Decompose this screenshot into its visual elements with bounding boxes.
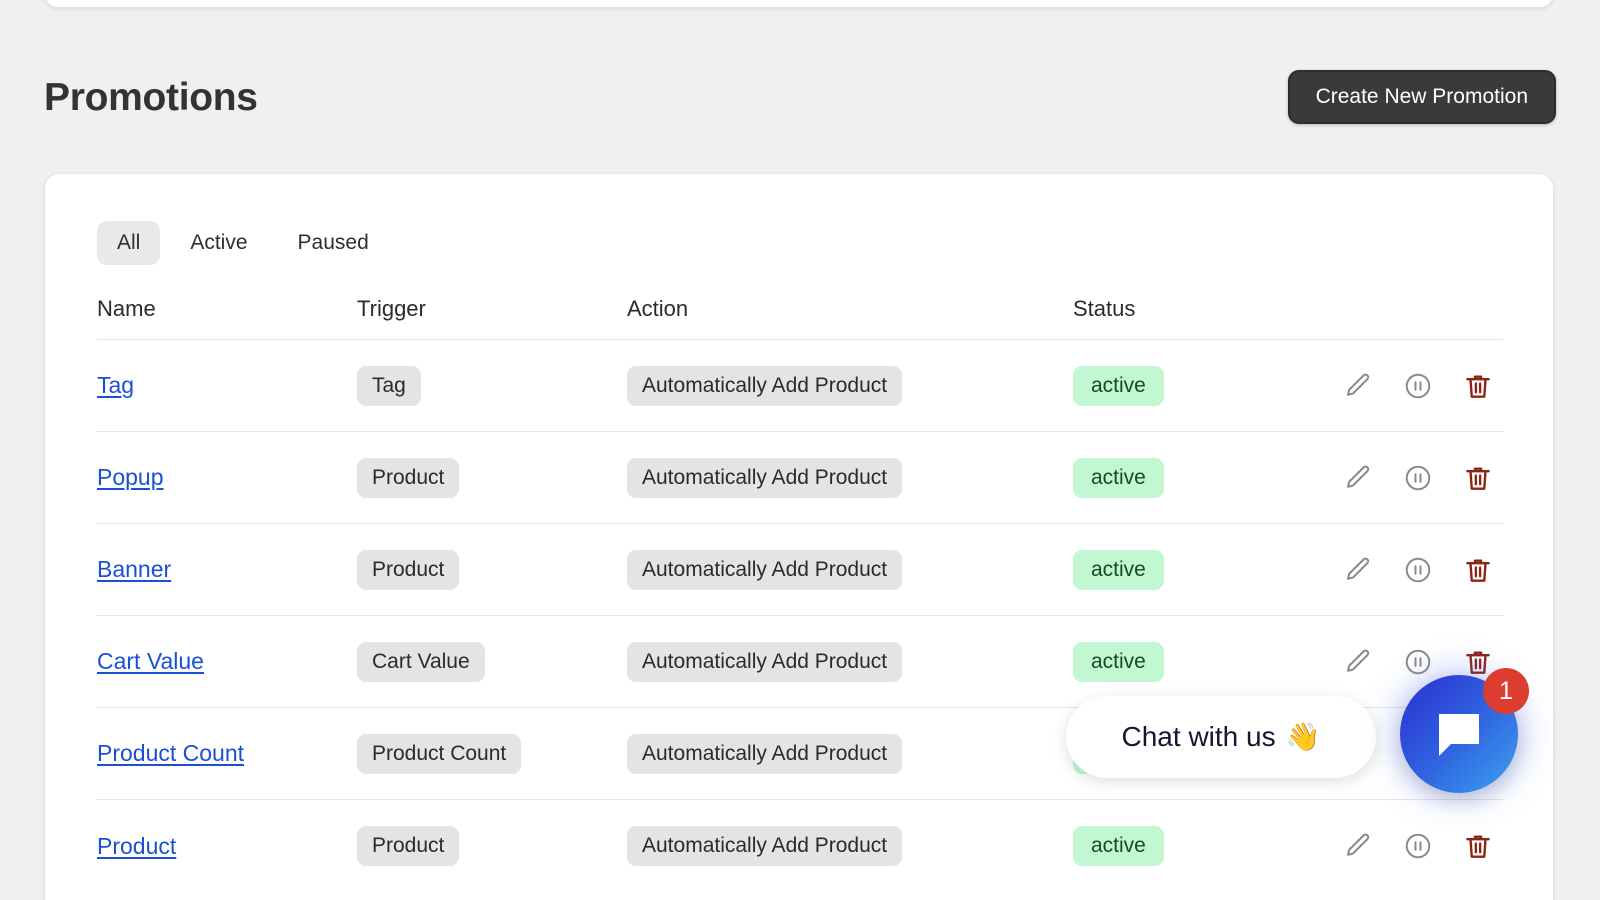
cell-action: Automatically Add Product <box>627 549 1073 590</box>
cell-row-actions <box>1343 463 1523 493</box>
page-header: Promotions Create New Promotion <box>0 58 1600 136</box>
delete-icon[interactable] <box>1463 555 1493 585</box>
trigger-chip: Product <box>357 826 460 866</box>
trigger-chip: Product <box>357 457 460 498</box>
trigger-chip: Cart Value <box>357 641 485 682</box>
table-header-row: Name Trigger Action Status <box>97 278 1503 340</box>
column-header-trigger: Trigger <box>357 295 426 321</box>
cell-row-actions <box>1343 831 1523 861</box>
table-row: Banner Product Automatically Add Product ac… <box>97 524 1503 616</box>
pause-icon[interactable] <box>1403 555 1433 585</box>
promotions-card: All Active Paused Name Trigger Action St… <box>44 173 1554 900</box>
pause-icon[interactable] <box>1403 831 1433 861</box>
chat-unread-badge: 1 <box>1483 668 1529 714</box>
tab-active[interactable]: Active <box>170 221 267 265</box>
status-badge: active <box>1073 549 1164 590</box>
page-title: Promotions <box>44 75 258 119</box>
cell-row-actions <box>1343 555 1523 585</box>
cell-name: Product Count <box>97 740 357 767</box>
table-row: Cart Value Cart Value Automatically Add Pr… <box>97 616 1503 708</box>
table-row: Product Product Automatically Add Product a… <box>97 800 1503 892</box>
action-chip: Automatically Add Product <box>627 641 903 682</box>
status-badge: active <box>1073 641 1164 682</box>
cell-name: Cart Value <box>97 648 357 675</box>
cell-status: active <box>1073 641 1343 682</box>
action-chip: Automatically Add Product <box>627 826 903 866</box>
promotions-table: Name Trigger Action Status Tag Tag Automat… <box>97 278 1503 892</box>
action-chip: Automatically Add Product <box>627 549 903 590</box>
action-chip: Automatically Add Product <box>627 457 903 498</box>
action-chip: Automatically Add Product <box>627 365 903 406</box>
promotion-name-link[interactable]: Tag <box>97 372 134 398</box>
cell-trigger: Product Count <box>357 733 627 774</box>
promotion-name-link[interactable]: Product Count <box>97 740 244 766</box>
delete-icon[interactable] <box>1463 463 1493 493</box>
promotion-name-link[interactable]: Cart Value <box>97 648 204 674</box>
pause-icon[interactable] <box>1403 463 1433 493</box>
pause-icon[interactable] <box>1403 647 1433 677</box>
cell-trigger: Product <box>357 549 627 590</box>
cell-action: Automatically Add Product <box>627 457 1073 498</box>
column-header-status: Status <box>1073 295 1136 321</box>
cell-trigger: Cart Value <box>357 641 627 682</box>
trigger-chip: Tag <box>357 365 421 406</box>
previous-section-card-edge <box>44 0 1554 8</box>
cell-action: Automatically Add Product <box>627 733 1073 774</box>
cell-trigger: Product <box>357 457 627 498</box>
tab-paused[interactable]: Paused <box>278 221 389 265</box>
edit-icon[interactable] <box>1343 555 1373 585</box>
table-row: Popup Product Automatically Add Product act… <box>97 432 1503 524</box>
cell-status: active <box>1073 549 1343 590</box>
cell-status: active <box>1073 365 1343 406</box>
status-badge: active <box>1073 365 1164 406</box>
status-badge: active <box>1073 826 1164 866</box>
cell-trigger: Product <box>357 826 627 866</box>
chat-bubble-icon <box>1439 714 1479 756</box>
trigger-chip: Product <box>357 549 460 590</box>
delete-icon[interactable] <box>1463 371 1493 401</box>
chat-tooltip-label: Chat with us <box>1121 721 1276 752</box>
promotion-name-link[interactable]: Popup <box>97 464 164 490</box>
column-header-name: Name <box>97 295 156 321</box>
action-chip: Automatically Add Product <box>627 733 903 774</box>
edit-icon[interactable] <box>1343 831 1373 861</box>
cell-name: Banner <box>97 556 357 583</box>
status-badge: active <box>1073 457 1164 498</box>
table-body: Tag Tag Automatically Add Product active Pop… <box>97 340 1503 892</box>
cell-status: active <box>1073 826 1343 866</box>
promotion-name-link[interactable]: Banner <box>97 556 171 582</box>
delete-icon[interactable] <box>1463 831 1493 861</box>
cell-name: Popup <box>97 464 357 491</box>
trigger-chip: Product Count <box>357 733 522 774</box>
cell-action: Automatically Add Product <box>627 365 1073 406</box>
chat-tooltip[interactable]: Chat with us 👋 <box>1066 696 1376 778</box>
create-new-promotion-button[interactable]: Create New Promotion <box>1287 70 1556 124</box>
column-header-action: Action <box>627 295 689 321</box>
edit-icon[interactable] <box>1343 647 1373 677</box>
promotion-name-link[interactable]: Product <box>97 833 176 859</box>
edit-icon[interactable] <box>1343 463 1373 493</box>
pause-icon[interactable] <box>1403 371 1433 401</box>
cell-action: Automatically Add Product <box>627 826 1073 866</box>
cell-trigger: Tag <box>357 365 627 406</box>
filter-tabs: All Active Paused <box>97 221 389 265</box>
table-row: Tag Tag Automatically Add Product active <box>97 340 1503 432</box>
cell-name: Product <box>97 833 357 860</box>
delete-icon[interactable] <box>1463 647 1493 677</box>
cell-name: Tag <box>97 372 357 399</box>
cell-status: active <box>1073 457 1343 498</box>
cell-action: Automatically Add Product <box>627 641 1073 682</box>
cell-row-actions <box>1343 371 1523 401</box>
waving-hand-icon: 👋 <box>1285 721 1321 752</box>
tab-all[interactable]: All <box>97 221 161 265</box>
edit-icon[interactable] <box>1343 371 1373 401</box>
